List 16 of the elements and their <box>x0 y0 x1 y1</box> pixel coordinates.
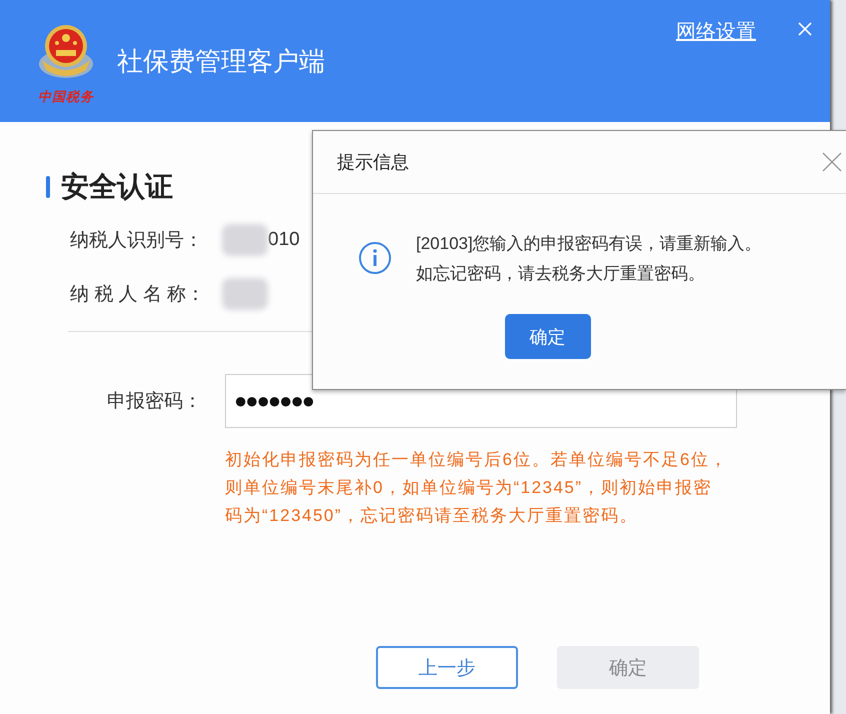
info-icon <box>358 241 392 275</box>
password-label: 申报密码： <box>107 390 203 414</box>
section-title: 安全认证 <box>61 170 173 204</box>
window-title: 社保费管理客户端 <box>117 45 325 78</box>
logo-caption: 中国税务 <box>38 89 94 106</box>
ok-button[interactable]: 确定 <box>504 314 590 359</box>
message-text: 如忘记密码，请去税务大厅重置密码。 <box>416 263 706 285</box>
close-icon[interactable] <box>822 152 842 172</box>
message-text: [20103]您输入的申报密码有误，请重新输入。 <box>416 233 762 255</box>
password-hint: 初始化申报密码为任一单位编号后6位。若单位编号不足6位，则单位编号末尾补0，如单位编号为“12345”，则初始申报密码为“123450”，忘记密码请至税务大厅重置密码。 <box>225 449 729 527</box>
field-value: 010 <box>268 229 300 251</box>
field-label: 纳 税 人 名 称： <box>70 283 206 307</box>
network-settings-link[interactable]: 网络设置 <box>676 18 756 45</box>
field-label: 纳税人识别号： <box>70 229 204 253</box>
dialog-title: 提示信息 <box>337 151 409 174</box>
back-button[interactable]: 上一步 <box>376 646 518 689</box>
